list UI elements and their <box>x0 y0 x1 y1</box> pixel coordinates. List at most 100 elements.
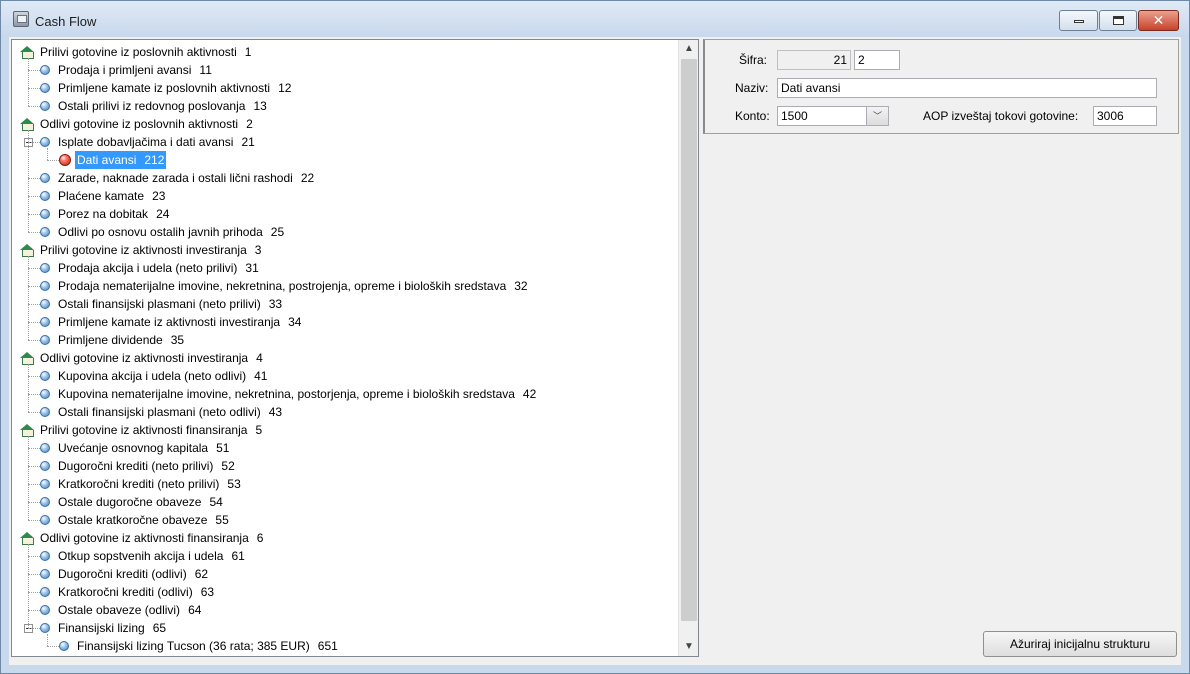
tree-connector <box>28 268 40 269</box>
tree-connector <box>28 58 29 106</box>
maximize-button[interactable] <box>1099 10 1137 31</box>
tree-item-code: 4 <box>256 351 263 365</box>
tree-connector <box>28 484 40 485</box>
tree-item-name: Ostali finansijski plasmani (neto odlivi… <box>58 405 261 419</box>
chevron-down-icon[interactable]: ﹀ <box>866 107 888 125</box>
house-icon <box>20 46 34 59</box>
blue-ball-icon <box>40 443 50 453</box>
title-bar[interactable]: Cash Flow ✕ <box>1 1 1189 37</box>
tree-item-label: Dugoročni krediti (odlivi) 62 <box>56 565 210 583</box>
tree-item-code: 41 <box>254 369 268 383</box>
tree-connector <box>28 412 40 413</box>
blue-ball-icon <box>40 209 50 219</box>
tree-connector <box>47 160 59 161</box>
blue-ball-icon <box>59 641 69 651</box>
tree-item-code: 212 <box>144 153 165 167</box>
tree-item-name: Odlivi gotovine iz aktivnosti investiran… <box>40 351 249 365</box>
tree-item-name: Dugoročni krediti (neto prilivi) <box>58 459 214 473</box>
tree-connector <box>28 520 40 521</box>
tree-connector <box>28 142 40 143</box>
tree-item-name: Prilivi gotovine iz aktivnosti investira… <box>40 243 247 257</box>
tree-item-code: 23 <box>152 189 166 203</box>
blue-ball-icon <box>40 551 50 561</box>
tree-item-name: Primljene kamate iz aktivnosti investira… <box>58 315 281 329</box>
scroll-down-icon[interactable]: ▼ <box>679 638 699 656</box>
tree-connector <box>28 364 29 412</box>
sifra-label: Šifra: <box>739 53 768 67</box>
tree-item-label: Ostali finansijski plasmani (neto priliv… <box>56 295 284 313</box>
tree-item-name: Odlivi gotovine iz poslovnih aktivnosti <box>40 117 239 131</box>
tree-connector <box>28 340 40 341</box>
tree-item-code: 62 <box>194 567 209 581</box>
tree-item-label: Prodaja akcija i udela (neto prilivi) 31 <box>56 259 261 277</box>
tree-item-label: Plaćene kamate 23 <box>56 187 167 205</box>
tree-item-label: Prodaja i primljeni avansi 11 <box>56 61 214 79</box>
tree-item-label: Otkup sopstvenih akcija i udela 61 <box>56 547 247 565</box>
blue-ball-icon <box>40 515 50 525</box>
tree-connector <box>28 376 40 377</box>
client-area: Prilivi gotovine iz poslovnih aktivnosti… <box>9 37 1181 665</box>
tree-item-name: Ostali prilivi iz redovnog poslovanja <box>58 99 246 113</box>
tree-item-name: Ostale kratkoročne obaveze <box>58 513 208 527</box>
maximize-icon <box>1112 16 1124 25</box>
tree-item-label: Primljene dividende 35 <box>56 331 186 349</box>
blue-ball-icon <box>40 587 50 597</box>
tree-item-code: 52 <box>221 459 235 473</box>
tree-item-code: 13 <box>253 99 267 113</box>
tree-content: Prilivi gotovine iz poslovnih aktivnosti… <box>12 40 678 656</box>
tree-item-name: Kratkoročni krediti (neto prilivi) <box>58 477 220 491</box>
item-detail-form: Šifra: 21 2 Naziv: Dati avansi Konto: 15… <box>703 39 1179 134</box>
cash-flow-tree[interactable]: Prilivi gotovine iz poslovnih aktivnosti… <box>11 39 699 657</box>
tree-item-label: Kratkoročni krediti (neto prilivi) 53 <box>56 475 243 493</box>
tree-item-code: 53 <box>227 477 241 491</box>
blue-ball-icon <box>40 497 50 507</box>
tree-item-code: 12 <box>278 81 292 95</box>
tree-item-label: Odlivi gotovine iz aktivnosti investiran… <box>38 349 265 367</box>
scroll-up-icon[interactable]: ▲ <box>679 40 699 58</box>
sifra-field[interactable]: 2 <box>854 50 900 70</box>
blue-ball-icon <box>40 173 50 183</box>
tree-item-label: Uvećanje osnovnog kapitala 51 <box>56 439 231 457</box>
tree-connector <box>28 448 40 449</box>
sifra-prefix-field: 21 <box>777 50 851 70</box>
tree-item-name: Finansijski lizing Tucson (36 rata; 385 … <box>77 639 310 653</box>
tree-connector <box>28 196 40 197</box>
tree-item-name: Prodaja akcija i udela (neto prilivi) <box>58 261 238 275</box>
tree-item-code: 3 <box>254 243 262 257</box>
tree-item-name: Prodaja i primljeni avansi <box>58 63 192 77</box>
app-icon <box>13 11 29 27</box>
tree-item-name: Ostale dugoročne obaveze <box>58 495 202 509</box>
tree-connector <box>47 634 48 646</box>
tree-item-label: Kupovina nematerijalne imovine, nekretni… <box>56 385 538 403</box>
tree-connector <box>28 232 40 233</box>
tree-item-code: 34 <box>288 315 302 329</box>
scroll-thumb[interactable] <box>681 59 697 621</box>
house-icon <box>20 532 34 545</box>
aop-field[interactable]: 3006 <box>1093 106 1157 126</box>
tree-item-code: 42 <box>522 387 537 401</box>
tree-connector <box>28 130 29 232</box>
minimize-button[interactable] <box>1059 10 1098 31</box>
tree-item-code: 22 <box>300 171 315 185</box>
tree-item-code: 24 <box>156 207 170 221</box>
tree-item-label: Prodaja nematerijalne imovine, nekretnin… <box>56 277 530 295</box>
tree-item-code: 33 <box>268 297 283 311</box>
update-initial-structure-button[interactable]: Ažuriraj inicijalnu strukturu <box>983 631 1177 657</box>
blue-ball-icon <box>40 299 50 309</box>
tree-connector <box>28 466 40 467</box>
tree-connector <box>28 106 40 107</box>
tree-item-code: 54 <box>209 495 223 509</box>
tree-connector <box>28 322 40 323</box>
tree-connector <box>28 256 29 340</box>
tree-item-label: Kratkoročni krediti (odlivi) 63 <box>56 583 216 601</box>
tree-connector <box>28 592 40 593</box>
tree-item-name: Otkup sopstvenih akcija i udela <box>58 549 224 563</box>
tree-vertical-scrollbar[interactable]: ▲ ▼ <box>678 40 698 656</box>
close-button[interactable]: ✕ <box>1138 10 1179 31</box>
tree-item-name: Prilivi gotovine iz poslovnih aktivnosti <box>40 45 237 59</box>
konto-value: 1500 <box>781 109 808 123</box>
tree-item-label: Porez na dobitak 24 <box>56 205 171 223</box>
tree-item-label: Prilivi gotovine iz aktivnosti finansira… <box>38 421 264 439</box>
konto-select[interactable]: 1500 ﹀ <box>777 106 889 126</box>
naziv-field[interactable]: Dati avansi <box>777 78 1157 98</box>
